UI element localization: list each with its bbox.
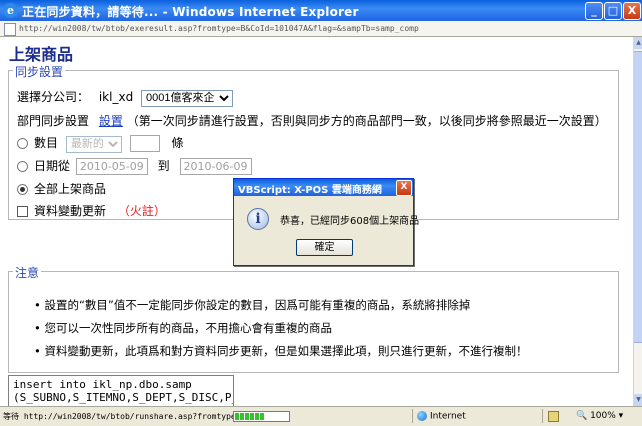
sql-textarea[interactable]: insert into ikl_np.dbo.samp (S_SUBNO,S_IT… [8, 375, 234, 406]
all-row: 全部上架商品 [17, 180, 106, 197]
close-window-button[interactable]: X [623, 2, 641, 20]
maximize-button[interactable]: □ [604, 2, 622, 20]
date-radio[interactable] [17, 161, 28, 172]
status-progress-bar [233, 411, 290, 422]
dialog-close-button[interactable]: X [396, 180, 412, 196]
count-row: 數目 最新的 條 [17, 134, 184, 153]
note-text: 您可以一次性同步所有的商品，不用擔心會有重複的商品 [44, 321, 332, 335]
sync-settings-legend: 同步設置 [13, 63, 66, 80]
update-label: 資料變動更新 [34, 204, 107, 218]
window-title: 正在同步資料，請等待... - Windows Internet Explore… [22, 5, 359, 19]
all-label: 全部上架商品 [34, 182, 107, 196]
update-row: 資料變動更新 （火註） [17, 202, 166, 219]
dialog-message: 恭喜，已經同步608個上架商品 [280, 216, 420, 227]
address-bar[interactable]: http://win2008/tw/btob/exeresult.asp?fro… [0, 21, 642, 37]
count-radio[interactable] [17, 138, 28, 149]
date-row: 日期從 2010-05-09 到 2010-06-09 [17, 157, 252, 175]
date-to-input[interactable]: 2010-06-09 [179, 158, 252, 175]
address-url[interactable]: http://win2008/tw/btob/exeresult.asp?fro… [19, 22, 419, 35]
sql-line: (S_SUBNO,S_ITEMNO,S_DEPT,S_DISC,P_ [13, 391, 234, 404]
zoom-control[interactable]: 🔍 100% ▾ [576, 411, 623, 421]
branch-label: 選擇分公司： [17, 90, 90, 104]
count-unit: 條 [171, 136, 184, 150]
status-divider [542, 409, 543, 423]
branch-select[interactable]: 0001億客來企 [141, 89, 234, 107]
note-text: 資料變動更新，此項爲和對方資料同步更新，但是如果選擇此項，則只進行更新，不進行複… [44, 344, 528, 358]
scroll-thumb[interactable] [634, 51, 642, 343]
note-item: • 資料變動更新，此項爲和對方資料同步更新，但是如果選擇此項，則只進行更新，不進… [34, 344, 528, 358]
branch-row: 選擇分公司： ikl_xd 0001億客來企 [17, 88, 234, 107]
branch-code: ikl_xd [98, 90, 134, 104]
notes-group: 注意 • 設置的“數目”值不一定能同步你設定的數目，因爲可能有重複的商品，系統將… [8, 264, 619, 373]
window-title-bar[interactable]: e 正在同步資料，請等待... - Windows Internet Explo… [0, 0, 642, 21]
dept-label: 部門同步設置 [17, 114, 90, 128]
date-label: 日期從 [34, 159, 71, 173]
date-from-input[interactable]: 2010-05-09 [75, 158, 148, 175]
count-select[interactable]: 最新的 [65, 135, 122, 153]
dept-settings-link[interactable]: 設置 [99, 114, 123, 128]
note-text: 設置的“數目”值不一定能同步你設定的數目，因爲可能有重複的商品，系統將排除掉 [44, 298, 471, 312]
scroll-up-icon[interactable]: ▲ [634, 37, 642, 49]
update-checkbox[interactable] [17, 206, 28, 217]
update-note: （火註） [117, 204, 166, 218]
security-zone[interactable]: Internet [417, 411, 466, 422]
dept-note: （第一次同步請進行設置，否則與同步方的商品部門一致，以後同步將參照最近一次設置） [126, 114, 607, 128]
count-label: 數目 [34, 136, 59, 150]
dept-row: 部門同步設置 設置 （第一次同步請進行設置，否則與同步方的商品部門一致，以後同步… [17, 112, 607, 129]
scroll-down-icon[interactable]: ▼ [634, 394, 642, 406]
all-radio[interactable] [17, 184, 28, 195]
status-bar: 等待 http://win2008/tw/btob/runshare.asp?f… [0, 406, 642, 426]
dialog-ok-button[interactable]: 確定 [296, 239, 353, 256]
status-message: 等待 http://win2008/tw/btob/runshare.asp?f… [3, 412, 241, 421]
info-icon: i [247, 208, 269, 230]
dialog-title: VBScript: X-POS 雲端商務網 [238, 185, 382, 196]
count-input[interactable] [129, 135, 160, 152]
zone-label: Internet [430, 411, 466, 422]
zoom-level: 100% [590, 411, 616, 421]
vertical-scrollbar[interactable]: ▲ ▼ [633, 37, 642, 406]
page-title: 上架商品 [9, 45, 74, 64]
note-item: • 您可以一次性同步所有的商品，不用擔心會有重複的商品 [34, 321, 332, 335]
vbscript-dialog: VBScript: X-POS 雲端商務網 X i 恭喜，已經同步608個上架商… [233, 178, 419, 266]
ie-logo-icon: e [3, 3, 18, 18]
note-item: • 設置的“數目”值不一定能同步你設定的數目，因爲可能有重複的商品，系統將排除掉 [34, 298, 471, 312]
minimize-button[interactable]: _ [585, 2, 603, 20]
status-divider [412, 409, 413, 423]
notes-legend: 注意 [13, 264, 42, 281]
protected-mode-icon[interactable] [548, 411, 559, 422]
globe-icon [417, 411, 427, 421]
dialog-title-bar[interactable]: VBScript: X-POS 雲端商務網 X [234, 179, 413, 196]
page-icon [4, 23, 16, 36]
date-to-label: 到 [157, 159, 170, 173]
sql-line: insert into ikl_np.dbo.samp [13, 378, 192, 391]
progress-fill [235, 413, 264, 420]
